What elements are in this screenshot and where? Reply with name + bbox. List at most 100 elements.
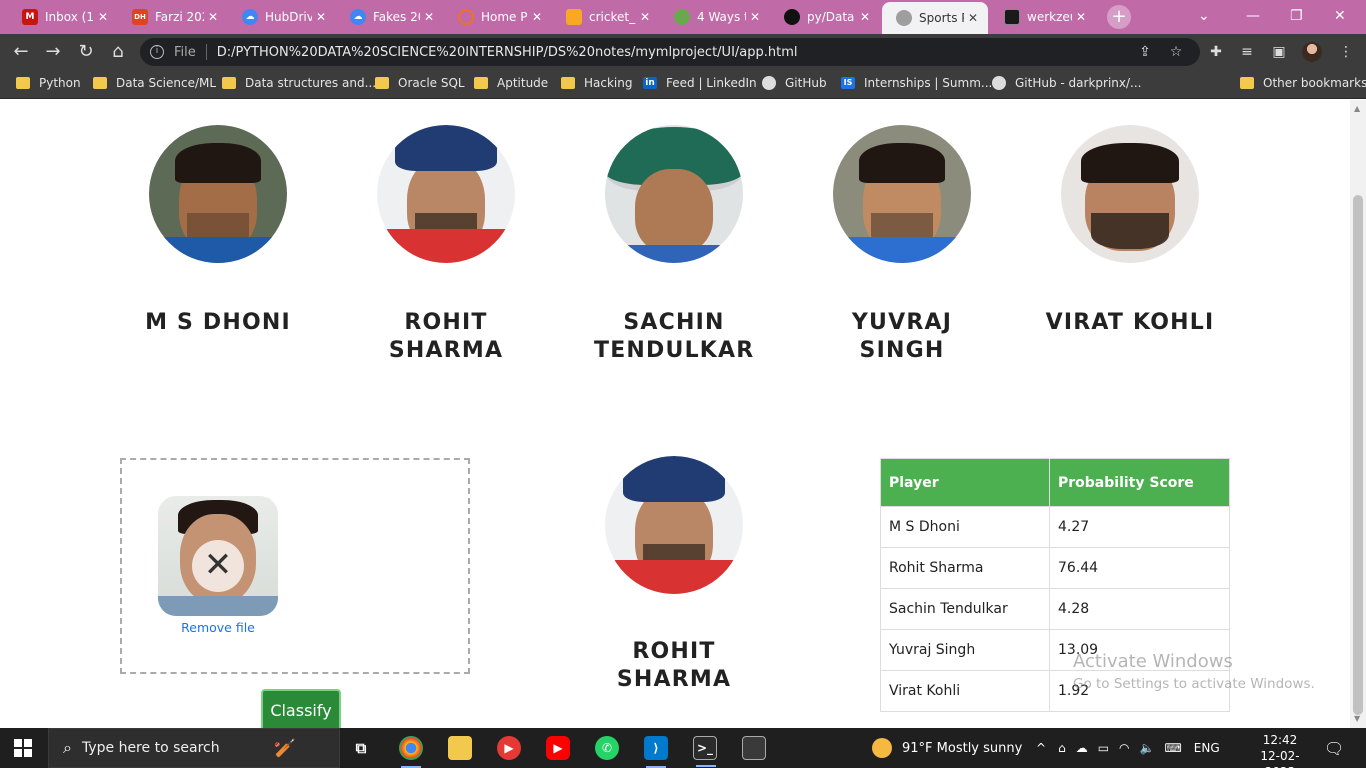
file-explorer-icon[interactable] <box>448 736 472 760</box>
media-queue-icon[interactable]: ≡ <box>1238 43 1256 61</box>
close-icon[interactable]: ✕ <box>532 10 546 24</box>
folder-icon <box>1240 77 1254 89</box>
network-icon[interactable]: ◠ <box>1119 741 1129 755</box>
bookmark-other[interactable]: Other bookmarks <box>1240 76 1366 90</box>
tab-inbox[interactable]: M Inbox (1 ✕ <box>8 2 118 32</box>
keyboard-icon[interactable]: ⌨ <box>1164 741 1181 755</box>
restore-icon[interactable]: ❐ <box>1290 8 1303 24</box>
cricket-doodle-icon[interactable]: 🏏 <box>274 738 296 759</box>
remove-x-icon[interactable]: ✕ <box>192 540 244 592</box>
column-header-player: Player <box>880 458 1050 507</box>
folder-icon <box>561 77 575 89</box>
scroll-up-icon[interactable]: ▲ <box>1354 104 1360 113</box>
close-icon[interactable]: ✕ <box>98 10 112 24</box>
bookmark-label: Other bookmarks <box>1263 76 1366 90</box>
reload-icon[interactable]: ↻ <box>75 41 97 63</box>
bookmark-oracle-sql[interactable]: Oracle SQL <box>375 76 465 90</box>
tab-py-data[interactable]: py/Data ✕ <box>770 2 880 32</box>
close-icon[interactable]: ✕ <box>316 10 330 24</box>
tab-search-chevron-icon[interactable]: ⌄ <box>1198 8 1210 24</box>
weather-text: 91°F Mostly sunny <box>902 740 1023 756</box>
home-icon[interactable]: ⌂ <box>107 41 129 63</box>
close-icon[interactable]: ✕ <box>860 10 874 24</box>
classification-result: ROHIT SHARMA <box>574 456 774 694</box>
volume-icon[interactable]: 🔈 <box>1140 741 1155 755</box>
bookmark-python[interactable]: Python <box>16 76 81 90</box>
close-window-icon[interactable]: ✕ <box>1334 8 1346 24</box>
address-bar[interactable]: i File D:/PYTHON%20DATA%20SCIENCE%20INTE… <box>140 38 1200 66</box>
bookmark-data-science[interactable]: Data Science/ML <box>93 76 216 90</box>
tab-hubdrive[interactable]: ☁ HubDriv ✕ <box>228 2 336 32</box>
profile-avatar[interactable] <box>1302 42 1322 62</box>
tab-cricket[interactable]: cricket_ ✕ <box>552 2 660 32</box>
media-player-icon[interactable]: ▶ <box>497 736 521 760</box>
side-panel-icon[interactable]: ▣ <box>1270 43 1288 61</box>
bookmark-data-structures[interactable]: Data structures and... <box>222 76 376 90</box>
info-icon[interactable]: i <box>150 45 164 59</box>
tab-fakes[interactable]: ☁ Fakes 20 ✕ <box>336 2 444 32</box>
chrome-icon[interactable] <box>399 736 423 768</box>
share-icon[interactable]: ⇪ <box>1136 43 1154 61</box>
bookmark-github[interactable]: GitHub <box>762 76 827 90</box>
close-icon[interactable]: ✕ <box>1076 10 1090 24</box>
taskbar-clock[interactable]: 12:42 12-02-2023 <box>1256 732 1304 768</box>
remove-file-link[interactable]: Remove file <box>158 620 278 635</box>
whatsapp-icon[interactable]: ✆ <box>595 736 619 760</box>
system-tray-icons[interactable]: ^ ⌂ ☁ ▭ ◠ 🔈 ⌨ ENG <box>1036 728 1220 768</box>
player-card-rohit: ROHIT SHARMA <box>346 125 546 365</box>
bookmark-github-darkprinx[interactable]: GitHub - darkprinx/... <box>992 76 1141 90</box>
forward-arrow-icon[interactable]: → <box>42 41 64 63</box>
player-card-yuvraj: YUVRAJ SINGH <box>802 125 1002 365</box>
weather-widget[interactable]: 91°F Mostly sunny <box>872 728 1022 768</box>
table-cell-player: Rohit Sharma <box>880 547 1050 589</box>
table-cell-player: M S Dhoni <box>880 506 1050 548</box>
classify-button[interactable]: Classify <box>261 689 341 728</box>
bookmark-label: Python <box>39 76 81 90</box>
table-row: Virat Kohli 1.92 <box>880 670 1230 712</box>
close-icon[interactable]: ✕ <box>424 10 438 24</box>
vscode-icon[interactable]: ⟩ <box>644 736 668 768</box>
meet-now-icon[interactable]: ⌂ <box>1058 741 1066 755</box>
extensions-puzzle-icon[interactable]: ✚ <box>1207 43 1225 61</box>
close-icon[interactable]: ✕ <box>968 11 982 25</box>
upload-dropzone[interactable]: ✕ Remove file <box>120 458 470 674</box>
bookmark-aptitude[interactable]: Aptitude <box>474 76 548 90</box>
close-icon[interactable]: ✕ <box>208 10 222 24</box>
new-tab-button[interactable]: + <box>1107 5 1131 29</box>
windows-start-icon[interactable] <box>14 739 32 757</box>
tab-farzi[interactable]: DH Farzi 202 ✕ <box>118 2 228 32</box>
notifications-icon[interactable]: 🗨 <box>1324 728 1344 768</box>
cloud-icon[interactable]: ☁ <box>1076 741 1088 755</box>
star-bookmark-icon[interactable]: ☆ <box>1167 43 1185 61</box>
taskbar-search-box[interactable]: ⌕ Type here to search 🏏 <box>48 728 340 768</box>
page-scrollbar[interactable]: ▲ ▼ <box>1350 100 1366 728</box>
terminal-icon[interactable]: >_ <box>693 736 717 767</box>
youtube-icon[interactable]: ▶ <box>546 736 570 760</box>
scroll-down-icon[interactable]: ▼ <box>1354 714 1360 723</box>
language-indicator[interactable]: ENG <box>1194 741 1220 755</box>
tab-sports-active[interactable]: Sports P ✕ <box>882 2 988 34</box>
site-favicon-icon <box>458 9 474 25</box>
table-row: Sachin Tendulkar 4.28 <box>880 588 1230 630</box>
bookmark-linkedin[interactable]: in Feed | LinkedIn <box>643 76 757 90</box>
close-icon[interactable]: ✕ <box>640 10 654 24</box>
table-cell-score: 4.28 <box>1049 588 1230 630</box>
close-icon[interactable]: ✕ <box>750 10 764 24</box>
tab-home[interactable]: Home P ✕ <box>444 2 552 32</box>
back-arrow-icon[interactable]: ← <box>10 41 32 63</box>
minimize-icon[interactable]: — <box>1246 8 1260 24</box>
table-header-row: Player Probability Score <box>880 458 1230 507</box>
table-row: M S Dhoni 4.27 <box>880 506 1230 548</box>
bookmark-hacking[interactable]: Hacking <box>561 76 632 90</box>
tab-4-ways[interactable]: 4 Ways t ✕ <box>660 2 770 32</box>
search-icon: ⌕ <box>63 738 72 757</box>
battery-icon[interactable]: ▭ <box>1098 741 1109 755</box>
bookmark-internships[interactable]: IS Internships | Summ... <box>841 76 992 90</box>
task-view-icon[interactable]: ⧉ <box>349 736 373 760</box>
tab-werkzeug[interactable]: werkzeu ✕ <box>990 2 1096 32</box>
command-prompt-icon[interactable] <box>742 736 766 760</box>
menu-kebab-icon[interactable]: ⋮ <box>1337 43 1355 61</box>
chevron-up-icon[interactable]: ^ <box>1036 741 1046 755</box>
tab-title: Fakes 20 <box>373 10 420 24</box>
scrollbar-thumb[interactable] <box>1353 195 1363 715</box>
